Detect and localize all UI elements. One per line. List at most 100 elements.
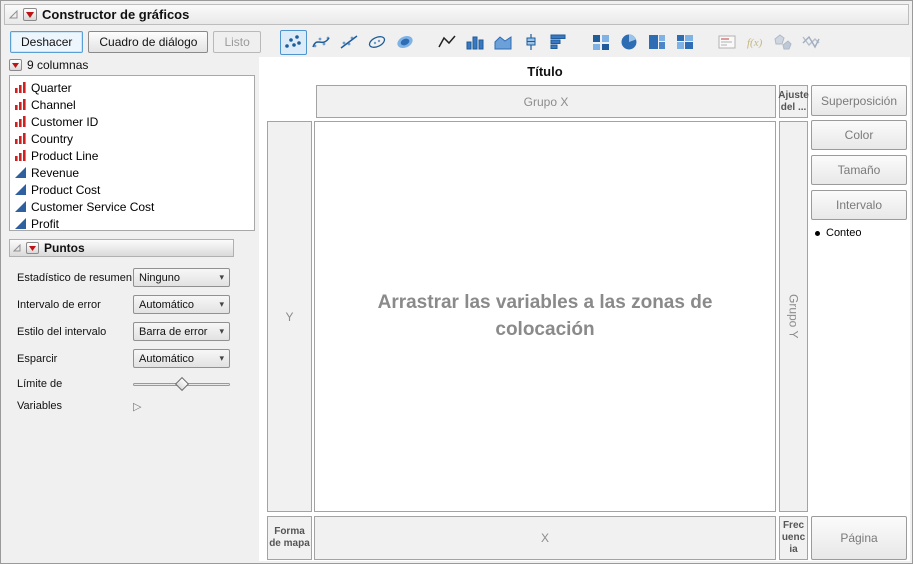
group-y-label: Grupo Y: [787, 294, 801, 338]
map-shape-dropzone[interactable]: Forma de mapa: [267, 516, 312, 560]
contour-icon: [395, 33, 415, 51]
smoother-icon: [311, 33, 331, 51]
color-label: Color: [845, 128, 874, 142]
frequency-dropzone[interactable]: Frecuencia: [779, 516, 808, 560]
mosaic-button[interactable]: [672, 30, 699, 55]
color-dropzone[interactable]: Color: [811, 120, 907, 150]
continuous-column-icon: [15, 167, 26, 178]
formula-button[interactable]: f(x): [742, 30, 769, 55]
window-title: Constructor de gráficos: [42, 7, 189, 22]
dialog-button[interactable]: Cuadro de diálogo: [88, 31, 208, 53]
jitter-select[interactable]: Automático ▾: [133, 349, 230, 368]
variables-disclosure-icon[interactable]: ▷: [133, 400, 141, 413]
column-item[interactable]: Country: [13, 130, 254, 147]
done-button[interactable]: Listo: [213, 31, 260, 53]
column-item[interactable]: Product Line: [13, 147, 254, 164]
column-item[interactable]: Revenue: [13, 164, 254, 181]
points-panel-title: Puntos: [44, 241, 85, 255]
page-label: Página: [840, 531, 877, 545]
points-panel-header: Puntos: [9, 239, 234, 257]
overlay-dropzone[interactable]: Superposición: [811, 85, 907, 116]
pie-chart-button[interactable]: [616, 30, 643, 55]
plot-canvas[interactable]: Arrastrar las variables a las zonas de c…: [314, 121, 776, 512]
undo-button[interactable]: Deshacer: [10, 31, 83, 53]
red-triangle-menu-icon[interactable]: [23, 8, 37, 21]
error-interval-select[interactable]: Automático ▾: [133, 295, 230, 314]
ellipse-button[interactable]: [364, 30, 391, 55]
limit-slider[interactable]: [133, 377, 230, 391]
element-icons-group-4: f(x): [714, 30, 826, 55]
line-of-fit-button[interactable]: [336, 30, 363, 55]
box-plot-icon: [521, 33, 541, 51]
fit-dropzone[interactable]: Ajuste del ...: [779, 85, 808, 118]
line-chart-button[interactable]: [434, 30, 461, 55]
contour-button[interactable]: [392, 30, 419, 55]
collapse-triangle-icon[interactable]: [9, 10, 18, 19]
parallel-plot-button[interactable]: [798, 30, 825, 55]
column-item[interactable]: Customer Service Cost: [13, 198, 254, 215]
limit-label: Límite de: [9, 378, 133, 390]
x-dropzone[interactable]: X: [314, 516, 776, 560]
caption-box-button[interactable]: [714, 30, 741, 55]
column-item[interactable]: Channel: [13, 96, 254, 113]
fit-label: Ajuste del ...: [778, 90, 809, 114]
points-chart-button[interactable]: [280, 30, 307, 55]
map-shapes-button[interactable]: [770, 30, 797, 55]
limit-row: Límite de: [9, 372, 259, 396]
drop-hint-text: Arrastrar las variables a las zonas de c…: [329, 290, 761, 343]
nominal-column-icon: [15, 116, 26, 127]
nominal-column-icon: [15, 82, 26, 93]
interval-label: Intervalo: [836, 198, 882, 212]
columns-red-triangle-icon[interactable]: [9, 59, 22, 71]
group-y-dropzone[interactable]: Grupo Y: [779, 121, 808, 512]
columns-panel-header: 9 columnas: [9, 57, 259, 73]
element-icons-group-1: [280, 30, 420, 55]
area-chart-button[interactable]: [490, 30, 517, 55]
graph-title[interactable]: Título: [314, 64, 776, 79]
column-label: Product Line: [31, 149, 98, 163]
graph-builder-area: Título Grupo X Ajuste del ... Superposic…: [259, 57, 910, 561]
parallel-plot-icon: [801, 33, 821, 51]
column-label: Product Cost: [31, 183, 100, 197]
caption-box-icon: [717, 33, 737, 51]
page-dropzone[interactable]: Página: [811, 516, 907, 560]
column-label: Country: [31, 132, 73, 146]
continuous-column-icon: [15, 201, 26, 212]
group-x-dropzone[interactable]: Grupo X: [316, 85, 776, 118]
points-red-triangle-icon[interactable]: [26, 242, 39, 254]
column-item[interactable]: Product Cost: [13, 181, 254, 198]
size-label: Tamaño: [838, 163, 881, 177]
chevron-down-icon: ▾: [219, 327, 224, 336]
size-dropzone[interactable]: Tamaño: [811, 155, 907, 185]
map-shapes-icon: [773, 33, 793, 51]
interval-dropzone[interactable]: Intervalo: [811, 190, 907, 220]
left-panel: 9 columnas Quarter Channel Customer ID C…: [9, 57, 259, 416]
summary-statistic-label: Estadístico de resumen: [9, 272, 133, 284]
column-item[interactable]: Customer ID: [13, 113, 254, 130]
interval-style-select[interactable]: Barra de error ▾: [133, 322, 230, 341]
treemap-button[interactable]: [644, 30, 671, 55]
slider-thumb[interactable]: [175, 377, 189, 391]
column-label: Channel: [31, 98, 76, 112]
legend-count-item[interactable]: Conteo: [815, 227, 861, 239]
chevron-down-icon: ▾: [219, 273, 224, 282]
column-item[interactable]: Profit: [13, 215, 254, 231]
points-collapse-triangle-icon[interactable]: [13, 244, 21, 252]
histogram-button[interactable]: [546, 30, 573, 55]
legend-bullet-icon: [815, 231, 820, 236]
error-interval-label: Intervalo de error: [9, 299, 133, 311]
heatmap-button[interactable]: [588, 30, 615, 55]
frequency-label: Frecuencia: [781, 520, 806, 556]
bar-chart-button[interactable]: [462, 30, 489, 55]
column-item[interactable]: Quarter: [13, 79, 254, 96]
y-dropzone[interactable]: Y: [267, 121, 312, 512]
box-plot-button[interactable]: [518, 30, 545, 55]
interval-style-value: Barra de error: [139, 326, 207, 338]
smoother-button[interactable]: [308, 30, 335, 55]
titlebar: Constructor de gráficos: [4, 4, 909, 25]
columns-list: Quarter Channel Customer ID Country Prod…: [9, 75, 255, 231]
column-label: Profit: [31, 217, 59, 231]
line-chart-icon: [437, 33, 457, 51]
summary-statistic-select[interactable]: Ninguno ▾: [133, 268, 230, 287]
element-icons-group-2: [434, 30, 574, 55]
